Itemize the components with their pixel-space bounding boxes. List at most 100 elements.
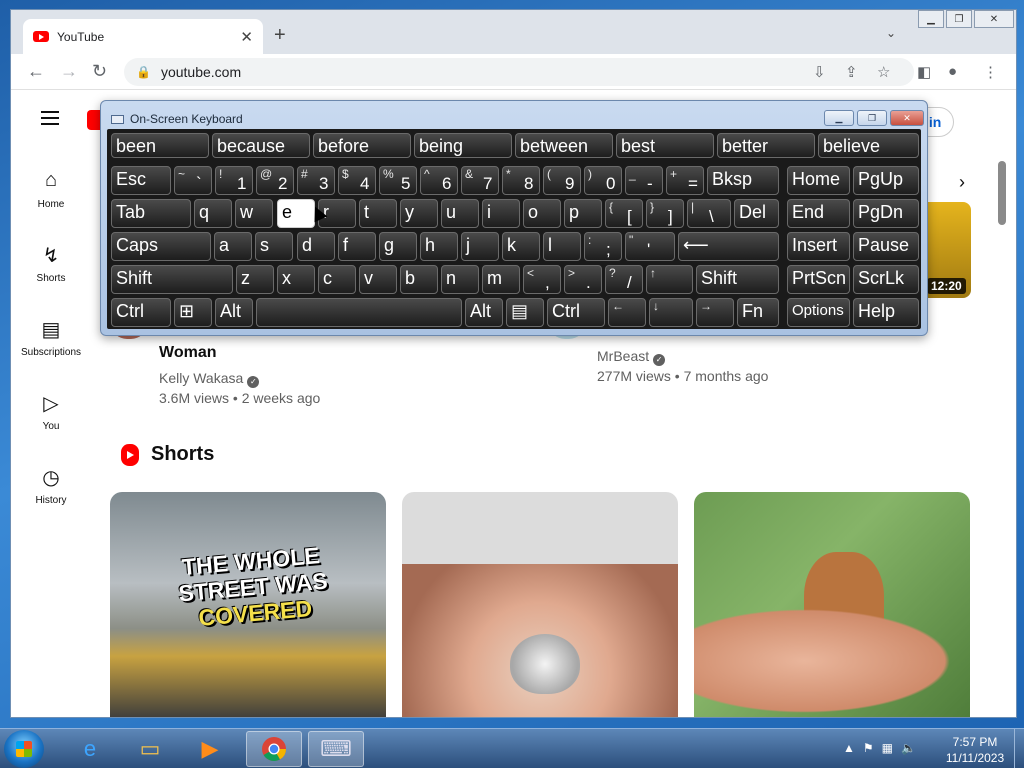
bookmark-star-icon[interactable]: ☆ <box>877 63 890 81</box>
chevron-right-icon[interactable]: › <box>959 172 965 193</box>
key-space[interactable] <box>256 298 462 327</box>
side-panel-icon[interactable]: ◧ <box>917 63 931 81</box>
short-thumbnail[interactable] <box>402 492 678 717</box>
tab-search-chevron-icon[interactable]: ⌄ <box>886 26 896 40</box>
key-1[interactable]: ! 1 <box>215 166 253 195</box>
key-m[interactable]: m <box>482 265 520 294</box>
key-enter[interactable]: ⟵ <box>678 232 779 261</box>
key-v[interactable]: v <box>359 265 397 294</box>
key-4[interactable]: $4 <box>338 166 376 195</box>
short-thumbnail[interactable] <box>694 492 970 717</box>
suggestion-key[interactable]: best <box>616 133 714 158</box>
key-j[interactable]: j <box>461 232 499 261</box>
key-end[interactable]: End <box>787 199 850 228</box>
tab-close-icon[interactable]: ✕ <box>240 28 253 46</box>
key-b[interactable]: b <box>400 265 438 294</box>
close-window-button[interactable]: ✕ <box>974 10 1014 28</box>
key-scrlk[interactable]: ScrLk <box>853 265 919 294</box>
key-comma[interactable]: <, <box>523 265 561 294</box>
osk-close-button[interactable]: ✕ <box>890 110 924 126</box>
key-c[interactable]: c <box>318 265 356 294</box>
new-tab-button[interactable]: + <box>274 24 286 47</box>
key-fn[interactable]: Fn <box>737 298 779 327</box>
video-title[interactable]: Woman <box>159 344 216 362</box>
key-arrow-right[interactable]: → <box>696 298 734 327</box>
key-h[interactable]: h <box>420 232 458 261</box>
osk-maximize-button[interactable]: ❐ <box>857 110 887 126</box>
key-arrow-up[interactable]: ↑ <box>646 265 693 294</box>
key-bracket-right[interactable]: }] <box>646 199 684 228</box>
key-bracket-left[interactable]: {[ <box>605 199 643 228</box>
tab-youtube[interactable]: YouTube ✕ <box>23 19 263 54</box>
profile-avatar-icon[interactable]: ● <box>948 63 957 80</box>
network-icon[interactable]: ▦ <box>882 741 893 755</box>
key-period[interactable]: >. <box>564 265 602 294</box>
key-equals[interactable]: + = <box>666 166 704 195</box>
key-t[interactable]: t <box>359 199 397 228</box>
key-a[interactable]: a <box>214 232 252 261</box>
key-3[interactable]: #3 <box>297 166 335 195</box>
key-5[interactable]: % 5 <box>379 166 417 195</box>
channel-name[interactable]: Kelly Wakasa <box>159 370 243 386</box>
key-q[interactable]: q <box>194 199 232 228</box>
key-del[interactable]: Del <box>734 199 779 228</box>
key-ctrl-left[interactable]: Ctrl <box>111 298 171 327</box>
key-semicolon[interactable]: :; <box>584 232 622 261</box>
key-home[interactable]: Home <box>787 166 850 195</box>
key-slash[interactable]: ? / <box>605 265 643 294</box>
install-app-icon[interactable]: ⇩ <box>813 63 826 81</box>
suggestion-key[interactable]: between <box>515 133 613 158</box>
key-help[interactable]: Help <box>853 298 919 327</box>
key-caps[interactable]: Caps <box>111 232 211 261</box>
key-2[interactable]: @2 <box>256 166 294 195</box>
chrome-taskbar-icon[interactable] <box>246 731 302 767</box>
key-shift-right[interactable]: Shift <box>696 265 779 294</box>
guide-item-home[interactable]: ⌂ Home <box>11 155 91 229</box>
media-player-icon[interactable]: ▶ <box>182 731 238 767</box>
key-pgdn[interactable]: PgDn <box>853 199 919 228</box>
key-backspace[interactable]: Bksp <box>707 166 779 195</box>
key-tab[interactable]: Tab <box>111 199 191 228</box>
action-center-icon[interactable]: ⚑ <box>863 741 874 755</box>
key-arrow-down[interactable]: ↓ <box>649 298 693 327</box>
maximize-button[interactable]: ❐ <box>946 10 972 28</box>
start-button[interactable] <box>4 730 44 768</box>
key-l[interactable]: l <box>543 232 581 261</box>
osk-taskbar-icon[interactable]: ⌨ <box>308 731 364 767</box>
key-pgup[interactable]: PgUp <box>853 166 919 195</box>
suggestion-key[interactable]: before <box>313 133 411 158</box>
key-backslash[interactable]: | \ <box>687 199 731 228</box>
guide-item-shorts[interactable]: ↯ Shorts <box>11 229 91 303</box>
short-thumbnail[interactable]: THE WHOLE STREET WAS COVERED <box>110 492 386 717</box>
minimize-button[interactable]: ▁ <box>918 10 944 28</box>
guide-item-subscriptions[interactable]: ▤ Subscriptions <box>11 303 91 377</box>
key-prtscn[interactable]: PrtScn <box>787 265 850 294</box>
key-ctrl-right[interactable]: Ctrl <box>547 298 605 327</box>
suggestion-key[interactable]: been <box>111 133 209 158</box>
key-pause[interactable]: Pause <box>853 232 919 261</box>
key-z[interactable]: z <box>236 265 274 294</box>
key-u[interactable]: u <box>441 199 479 228</box>
key-minus[interactable]: _ - <box>625 166 663 195</box>
key-n[interactable]: n <box>441 265 479 294</box>
key-8[interactable]: * 8 <box>502 166 540 195</box>
suggestion-key[interactable]: being <box>414 133 512 158</box>
file-explorer-icon[interactable]: ▭ <box>122 731 178 767</box>
taskbar-clock[interactable]: 7:57 PM 11/11/2023 <box>935 734 1015 766</box>
key-quote[interactable]: " ' <box>625 232 675 261</box>
reload-icon[interactable]: ↻ <box>92 61 107 82</box>
video-channel[interactable]: MrBeast ✓ <box>597 346 666 366</box>
key-f[interactable]: f <box>338 232 376 261</box>
key-i[interactable]: i <box>482 199 520 228</box>
key-9[interactable]: (9 <box>543 166 581 195</box>
guide-item-you[interactable]: ▷ You <box>11 377 91 451</box>
menu-key-icon[interactable]: ▤ <box>506 298 544 327</box>
key-insert[interactable]: Insert <box>787 232 850 261</box>
key-options[interactable]: Options <box>787 298 850 327</box>
show-desktop-button[interactable] <box>1014 729 1024 768</box>
key-alt-right[interactable]: Alt <box>465 298 503 327</box>
osk-minimize-button[interactable]: ▁ <box>824 110 854 126</box>
key-s[interactable]: s <box>255 232 293 261</box>
key-tilde[interactable]: ~ ` <box>174 166 212 195</box>
key-d[interactable]: d <box>297 232 335 261</box>
